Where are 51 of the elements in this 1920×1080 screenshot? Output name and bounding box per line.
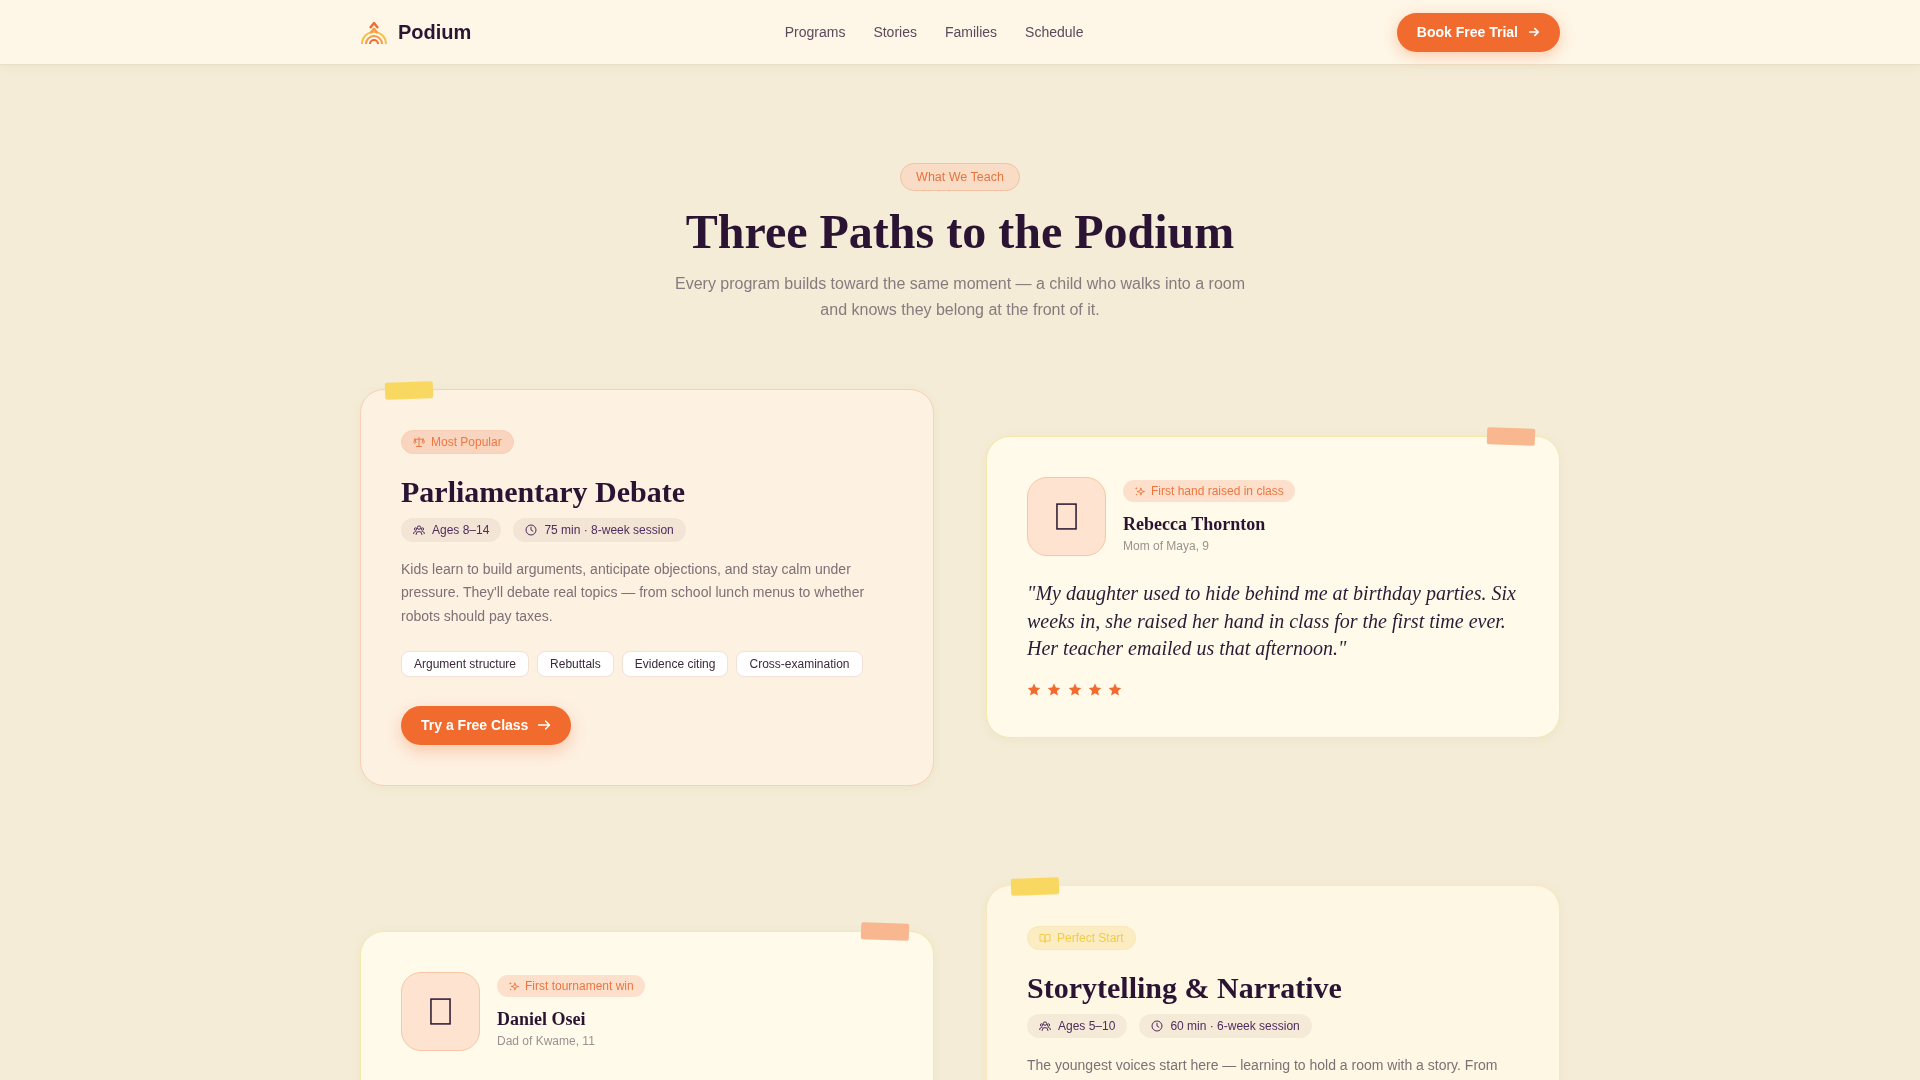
nav-link[interactable]: Families: [944, 24, 998, 40]
arrow-right-icon: [1528, 26, 1540, 38]
program-description: The youngest voices start here — learning to hold a room with a story. From: [1027, 1055, 1498, 1075]
program-description: Kids learn to build arguments, anticipate objections, and stay calm under pressure. They'll debate real topics — from school lunch menus to whether robots should pay taxes.: [401, 560, 866, 626]
tape-icon: [1486, 427, 1536, 447]
scales-icon: [413, 436, 425, 448]
people-icon: [1039, 1019, 1051, 1032]
avatar-placeholder-icon: [1027, 477, 1106, 557]
tape-icon: [860, 922, 910, 942]
meta-text: Ages 5–10: [1058, 1018, 1116, 1033]
meta-text: Ages 8–14: [432, 523, 490, 537]
program-title: Parliamentary Debate: [401, 474, 686, 510]
nav-link[interactable]: Programs: [784, 24, 846, 40]
section-tag: What We Teach: [900, 163, 1020, 191]
star-icon: [1047, 682, 1062, 697]
skill-tag: Rebuttals: [537, 650, 614, 677]
tape-icon: [1010, 877, 1060, 896]
brand-name[interactable]: Podium: [398, 20, 472, 44]
people-icon: [413, 524, 425, 536]
parent-relation: Mom of Maya, 9: [1123, 539, 1210, 554]
skill-tag: Argument structure: [401, 650, 530, 677]
section-title: Three Paths to the Podium: [685, 204, 1235, 260]
skill-tag: Cross-examination: [736, 650, 863, 677]
tape-icon: [384, 381, 434, 400]
star-icon: [1108, 682, 1123, 697]
nav-link[interactable]: Stories: [873, 24, 917, 40]
sparkle-icon: [1134, 485, 1145, 497]
book-icon: [1039, 931, 1051, 944]
clock-icon: [1151, 1019, 1164, 1032]
nav-link[interactable]: Schedule: [1025, 24, 1084, 40]
milestone-text: First tournament win: [525, 979, 634, 994]
star-icon: [1067, 682, 1082, 697]
milestone-text: First hand raised in class: [1151, 484, 1284, 499]
parent-name: Daniel Osei: [497, 1008, 586, 1031]
sparkle-icon: [508, 980, 519, 992]
skill-tag: Evidence citing: [621, 650, 729, 677]
parent-name: Rebecca Thornton: [1123, 513, 1266, 536]
star-icon: [1087, 682, 1102, 697]
arch-logo-icon[interactable]: [360, 19, 388, 45]
section-subtitle: Every program builds toward the same moment — a child who walks into a room and knows they belong at the front of it.: [674, 274, 1246, 320]
avatar-placeholder-icon: [401, 972, 480, 1052]
arrow-right-icon: [537, 718, 552, 733]
meta-text: 75 min · 8-week session: [544, 523, 674, 537]
parent-relation: Dad of Kwame, 11: [497, 1034, 595, 1049]
program-highlight: Perfect Start: [1057, 930, 1124, 945]
star-icon: [1027, 682, 1041, 697]
meta-text: 60 min · 6-week session: [1170, 1018, 1300, 1033]
program-title: Storytelling & Narrative: [1027, 969, 1342, 1006]
clock-icon: [525, 524, 538, 536]
program-highlight: Most Popular: [431, 435, 502, 449]
testimonial-quote: "My daughter used to hide behind me at birthday parties. Six weeks in, she raised her hand in class for the first time ever. Her teacher emailed us that afternoon.": [1027, 581, 1517, 662]
